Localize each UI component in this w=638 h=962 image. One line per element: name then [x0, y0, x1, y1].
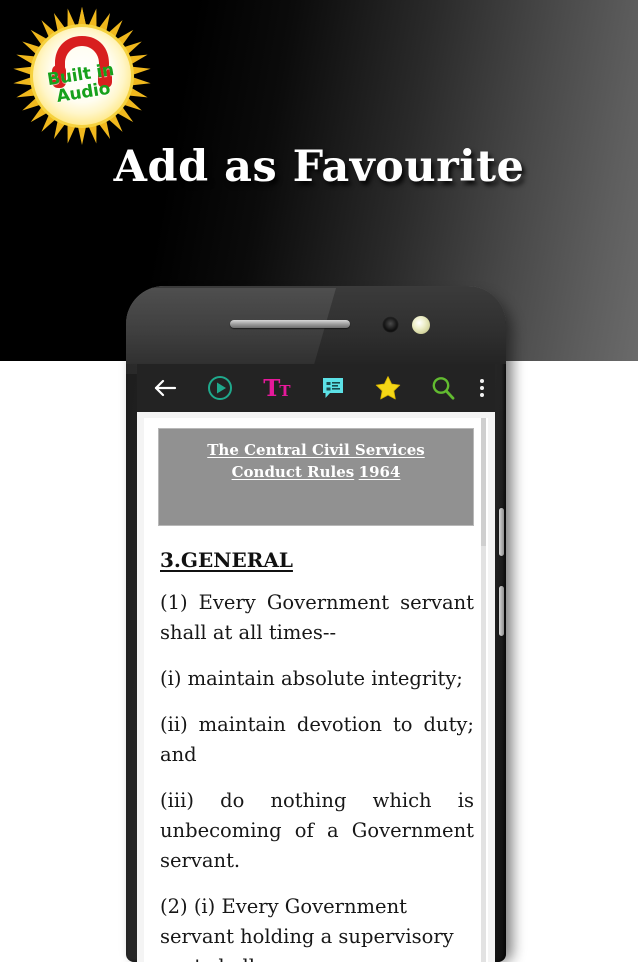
- built-in-audio-badge: Built in Audio: [12, 6, 152, 146]
- text-size-label: TT: [263, 374, 290, 402]
- app-toolbar: TT: [137, 364, 495, 412]
- overflow-menu-icon[interactable]: [469, 364, 495, 412]
- volume-rocker-button[interactable]: [499, 508, 504, 556]
- document-scrollbar-thumb[interactable]: [481, 418, 486, 546]
- phone-body: TT The Central Civil Services Conduct Ru…: [126, 286, 506, 962]
- favourite-star-icon[interactable]: [360, 364, 415, 412]
- document-page: The Central Civil Services Conduct Rules…: [137, 412, 495, 962]
- overflow-dots: [480, 379, 485, 397]
- back-arrow-icon[interactable]: [137, 364, 192, 412]
- document-paragraph: (iii) do nothing which is unbecoming of …: [160, 789, 474, 872]
- document-paragraph: (ii) maintain devotion to duty; and: [160, 713, 474, 766]
- proximity-sensor-icon: [412, 316, 430, 334]
- document-title-block: The Central Civil Services Conduct Rules…: [158, 428, 474, 526]
- notes-list-icon[interactable]: [305, 364, 360, 412]
- document-title-line2: 1964: [358, 463, 401, 481]
- document-paper[interactable]: The Central Civil Services Conduct Rules…: [144, 418, 488, 962]
- front-camera-icon: [382, 316, 399, 333]
- phone-screen: TT The Central Civil Services Conduct Ru…: [137, 364, 495, 962]
- phone-mockup: TT The Central Civil Services Conduct Ru…: [126, 286, 512, 962]
- promo-title: Add as Favourite: [113, 142, 525, 192]
- phone-top-bezel: [126, 286, 506, 374]
- document-section-heading: 3.GENERAL: [160, 548, 293, 572]
- document-paragraph: (1) Every Government servant shall at al…: [160, 591, 474, 644]
- play-circle-icon[interactable]: [192, 364, 247, 412]
- text-size-icon[interactable]: TT: [248, 364, 305, 412]
- bezel-glare: [126, 288, 336, 374]
- document-paragraph: (2) (i) Every Government servant holding…: [160, 895, 454, 962]
- power-button[interactable]: [499, 586, 504, 636]
- earpiece-speaker-icon: [230, 320, 350, 328]
- document-paragraph: (i) maintain absolute integrity;: [160, 667, 463, 690]
- search-icon[interactable]: [416, 364, 469, 412]
